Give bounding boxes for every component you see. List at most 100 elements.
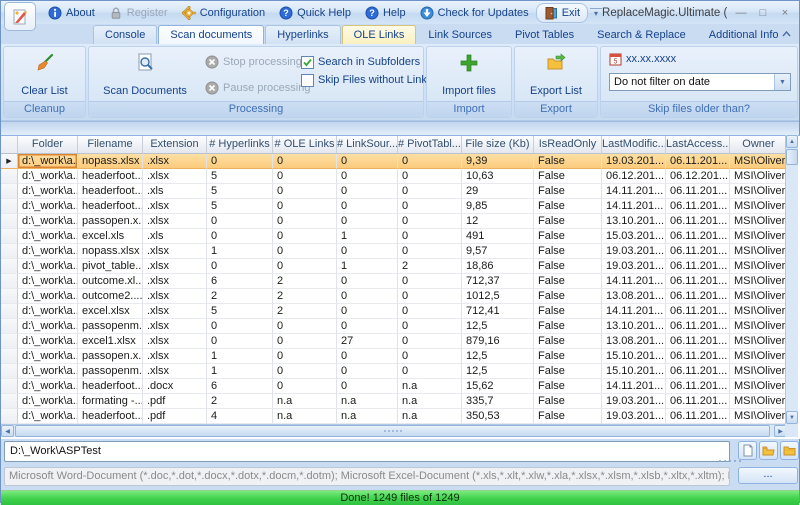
column-header-folder[interactable]: Folder xyxy=(18,136,78,154)
cell-extension[interactable]: .xlsx xyxy=(143,199,207,214)
cell-folder[interactable]: d:\_work\a... xyxy=(18,409,78,424)
cell-isreadonly[interactable]: False xyxy=(534,214,602,229)
cell-lastaccess[interactable]: 06.11.201... xyxy=(666,394,730,409)
copy-path-button[interactable] xyxy=(738,441,757,460)
cell-file-size-kb[interactable]: 29 xyxy=(462,184,534,199)
cell-pivottabl[interactable]: 0 xyxy=(398,199,462,214)
cell-lastaccess[interactable]: 06.11.201... xyxy=(666,409,730,424)
cell-ole-links[interactable]: 0 xyxy=(273,154,337,169)
cell-isreadonly[interactable]: False xyxy=(534,409,602,424)
cell-lastmodific[interactable]: 14.11.201... xyxy=(602,184,666,199)
cell-filename[interactable]: passopen.x... xyxy=(78,349,143,364)
cell-extension[interactable]: .docx xyxy=(143,379,207,394)
cell-linksour[interactable]: n.a xyxy=(337,394,398,409)
import-files-button[interactable]: Import files xyxy=(432,50,506,100)
column-header-hyperlinks[interactable]: # Hyperlinks xyxy=(207,136,273,154)
table-row[interactable]: d:\_work\a...headerfoot....xlsx50009,85F… xyxy=(1,199,800,214)
cell-filename[interactable]: excel.xlsx xyxy=(78,304,143,319)
cell-owner[interactable]: MSI\Oliver xyxy=(730,199,788,214)
cell-linksour[interactable]: 0 xyxy=(337,244,398,259)
cell-pivottabl[interactable]: 0 xyxy=(398,229,462,244)
cell-lastaccess[interactable]: 06.11.201... xyxy=(666,334,730,349)
cell-filename[interactable]: headerfoot... xyxy=(78,184,143,199)
menu-item-register[interactable]: Register xyxy=(102,4,175,22)
cell-folder[interactable]: d:\_work\a... xyxy=(18,364,78,379)
minimize-button[interactable]: — xyxy=(735,7,747,19)
cell-pivottabl[interactable]: 0 xyxy=(398,154,462,169)
cell-isreadonly[interactable]: False xyxy=(534,379,602,394)
table-row[interactable]: d:\_work\a...passopen.x....xlsx000012Fal… xyxy=(1,214,800,229)
cell-lastmodific[interactable]: 19.03.201... xyxy=(602,394,666,409)
cell-owner[interactable]: MSI\Oliver xyxy=(730,289,788,304)
cell-extension[interactable]: .pdf xyxy=(143,394,207,409)
cell-file-size-kb[interactable]: 491 xyxy=(462,229,534,244)
cell-pivottabl[interactable]: 0 xyxy=(398,274,462,289)
cell-filename[interactable]: headerfoot... xyxy=(78,199,143,214)
cell-pivottabl[interactable]: 0 xyxy=(398,319,462,334)
pause-processing-button[interactable]: Pause processing xyxy=(205,79,310,97)
stop-processing-button[interactable]: Stop processing xyxy=(205,53,310,71)
cell-lastmodific[interactable]: 13.08.201... xyxy=(602,334,666,349)
cell-linksour[interactable]: 1 xyxy=(337,259,398,274)
cell-extension[interactable]: .xlsx xyxy=(143,364,207,379)
cell-ole-links[interactable]: 2 xyxy=(273,274,337,289)
cell-owner[interactable]: MSI\Oliver xyxy=(730,184,788,199)
cell-folder[interactable]: d:\_work\a... xyxy=(18,289,78,304)
table-row[interactable]: d:\_work\a...passopen.x....xlsx100012,5F… xyxy=(1,349,800,364)
cell-extension[interactable]: .xlsx xyxy=(143,154,207,169)
cell-pivottabl[interactable]: 0 xyxy=(398,169,462,184)
cell-linksour[interactable]: 0 xyxy=(337,319,398,334)
tab-ole-links[interactable]: OLE Links xyxy=(342,25,417,44)
table-row[interactable]: d:\_work\a...nopass.xlsx.xlsx10009,57Fal… xyxy=(1,244,800,259)
cell-isreadonly[interactable]: False xyxy=(534,184,602,199)
cell-isreadonly[interactable]: False xyxy=(534,199,602,214)
cell-folder[interactable]: d:\_work\a... xyxy=(18,169,78,184)
vertical-scroll-thumb[interactable] xyxy=(786,149,798,165)
cell-hyperlinks[interactable]: 1 xyxy=(207,364,273,379)
menu-item-check-for-updates[interactable]: Check for Updates xyxy=(413,4,536,22)
close-button[interactable]: × xyxy=(779,7,791,19)
table-row[interactable]: d:\_work\a...headerfoot....docx600n.a15,… xyxy=(1,379,800,394)
cell-pivottabl[interactable]: 2 xyxy=(398,259,462,274)
folder-path-input[interactable]: D:\_Work\ASPTest xyxy=(4,441,730,462)
cell-lastaccess[interactable]: 06.11.201... xyxy=(666,199,730,214)
cell-ole-links[interactable]: n.a xyxy=(273,409,337,424)
table-row[interactable]: d:\_work\a...excel.xls.xls0010491False15… xyxy=(1,229,800,244)
cell-linksour[interactable]: 0 xyxy=(337,379,398,394)
table-row[interactable]: d:\_work\a...formating -....pdf2n.an.an.… xyxy=(1,394,800,409)
cell-ole-links[interactable]: 0 xyxy=(273,214,337,229)
cell-hyperlinks[interactable]: 6 xyxy=(207,274,273,289)
cell-filename[interactable]: headerfoot... xyxy=(78,409,143,424)
cell-linksour[interactable]: 0 xyxy=(337,184,398,199)
cell-lastaccess[interactable]: 06.11.201... xyxy=(666,229,730,244)
cell-lastaccess[interactable]: 06.11.201... xyxy=(666,184,730,199)
cell-hyperlinks[interactable]: 2 xyxy=(207,289,273,304)
cell-owner[interactable]: MSI\Oliver xyxy=(730,154,788,169)
open-folder-button[interactable] xyxy=(759,441,778,460)
table-row[interactable]: d:\_work\a...excel.xlsx.xlsx5200712,41Fa… xyxy=(1,304,800,319)
cell-pivottabl[interactable]: n.a xyxy=(398,394,462,409)
tab-pivot-tables[interactable]: Pivot Tables xyxy=(504,26,585,44)
table-row[interactable]: d:\_work\a...headerfoot....xlsx500010,63… xyxy=(1,169,800,184)
cell-ole-links[interactable]: 0 xyxy=(273,184,337,199)
cell-folder[interactable]: d:\_work\a... xyxy=(18,154,78,169)
cell-lastaccess[interactable]: 06.11.201... xyxy=(666,364,730,379)
table-row[interactable]: d:\_work\a...headerfoot....pdf4n.an.an.a… xyxy=(1,409,800,424)
cell-lastaccess[interactable]: 06.11.201... xyxy=(666,319,730,334)
cell-lastmodific[interactable]: 19.03.201... xyxy=(602,244,666,259)
cell-ole-links[interactable]: 2 xyxy=(273,304,337,319)
cell-extension[interactable]: .pdf xyxy=(143,409,207,424)
table-row[interactable]: d:\_work\a...passopenm....xlsx000012,5Fa… xyxy=(1,319,800,334)
cell-hyperlinks[interactable]: 2 xyxy=(207,394,273,409)
cell-lastaccess[interactable]: 06.11.201... xyxy=(666,274,730,289)
cell-file-size-kb[interactable]: 335,7 xyxy=(462,394,534,409)
cell-isreadonly[interactable]: False xyxy=(534,169,602,184)
cell-lastaccess[interactable]: 06.11.201... xyxy=(666,214,730,229)
menu-item-configuration[interactable]: Configuration xyxy=(175,4,272,22)
application-menu-button[interactable] xyxy=(4,2,36,31)
cell-linksour[interactable]: 0 xyxy=(337,304,398,319)
scan-documents-button[interactable]: Scan Documents xyxy=(95,50,195,100)
cell-linksour[interactable]: 1 xyxy=(337,229,398,244)
cell-filename[interactable]: formating -... xyxy=(78,394,143,409)
chevron-down-icon[interactable]: ▼ xyxy=(774,74,790,90)
